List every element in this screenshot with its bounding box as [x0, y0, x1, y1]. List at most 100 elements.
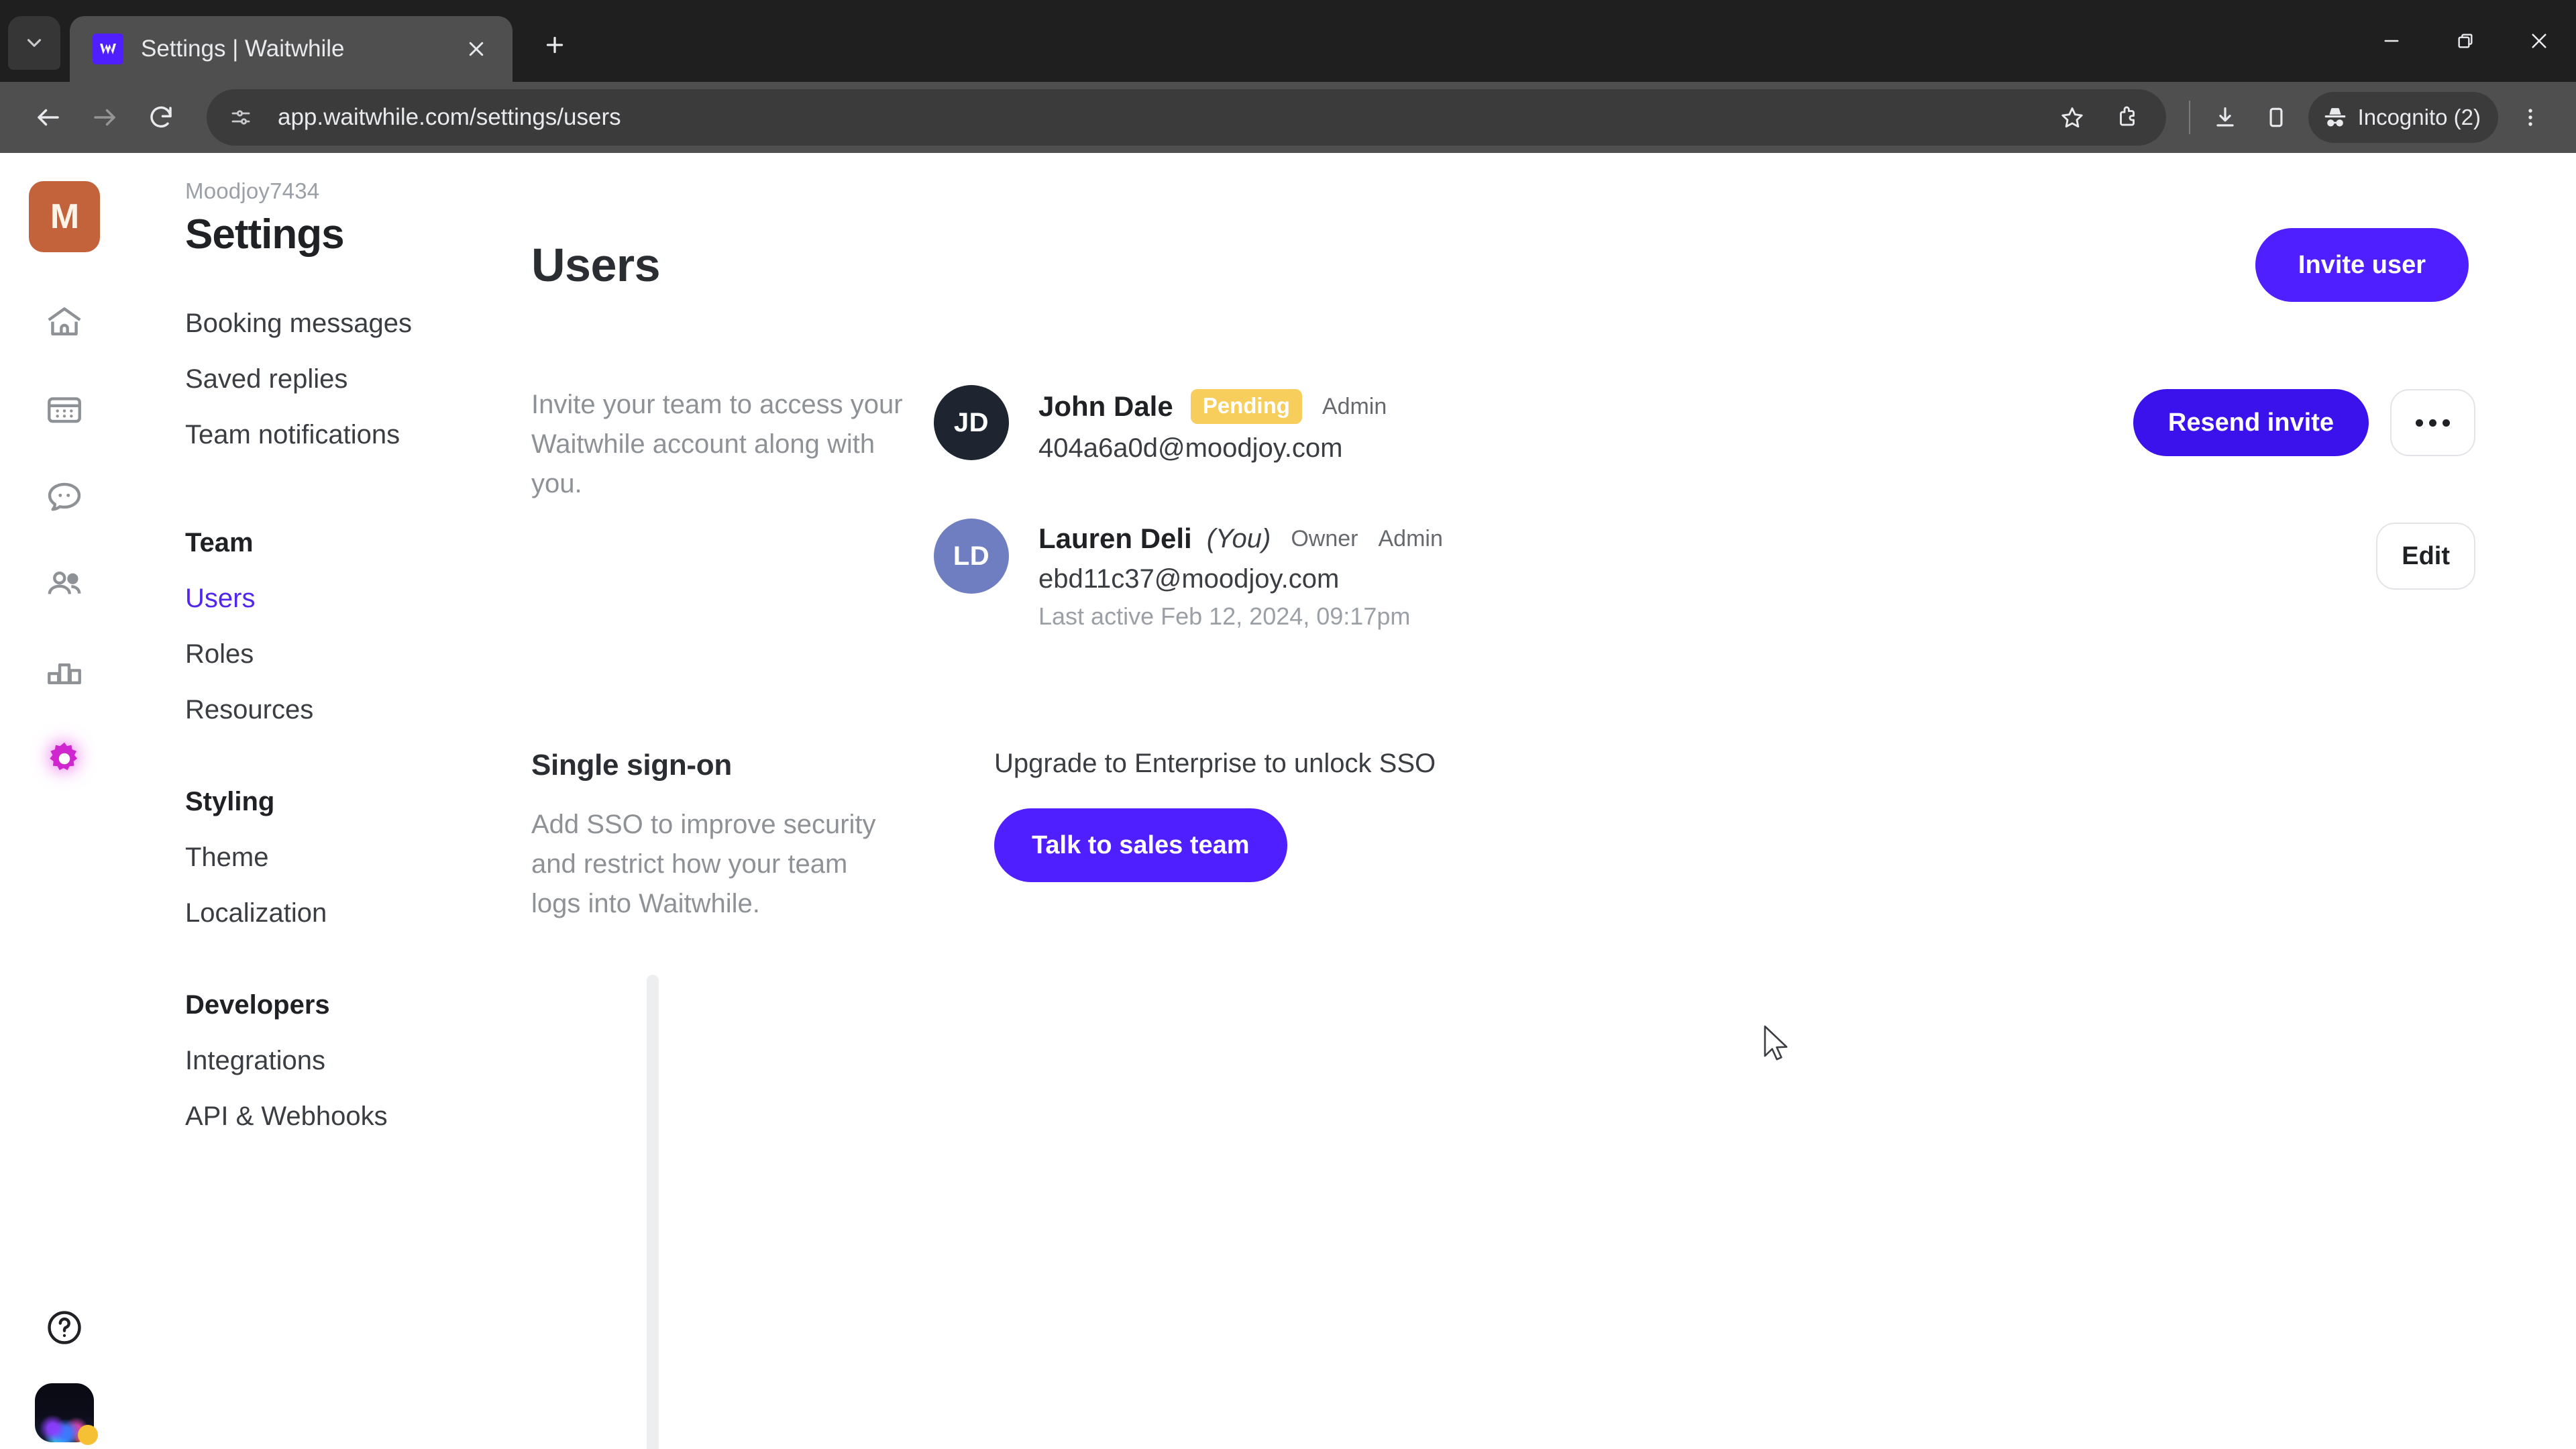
sidebar-item-roles[interactable]: Roles: [129, 627, 531, 682]
sso-description: Add SSO to improve security and restrict…: [531, 810, 876, 919]
sidebar-item-integrations[interactable]: Integrations: [129, 1033, 531, 1089]
minimize-icon: [2384, 40, 2399, 42]
star-icon: [2061, 107, 2083, 128]
chat-bubble-icon: [48, 482, 81, 511]
mouse-cursor: [1764, 1025, 1788, 1061]
tab-search-button[interactable]: [8, 16, 60, 70]
sidebar-item-booking-messages[interactable]: Booking messages: [129, 296, 531, 352]
rail-bottom-section: [0, 1304, 129, 1445]
browser-window: Settings | Waitwhile app.waitwhile.com/s…: [0, 0, 2576, 1449]
site-info-button[interactable]: [219, 95, 263, 140]
incognito-indicator[interactable]: Incognito (2): [2308, 92, 2498, 143]
workspace-logo[interactable]: M: [29, 181, 100, 252]
tab-strip: Settings | Waitwhile: [0, 0, 2576, 82]
users-section: Invite your team to access your Waitwhil…: [531, 385, 2475, 631]
users-list: JD John Dale Pending Admin 404a6a0d@mood…: [934, 385, 2475, 631]
sso-left-column: Single sign-on Add SSO to improve securi…: [531, 749, 934, 924]
sidebar-item-users[interactable]: Users: [129, 571, 531, 627]
waitwhile-logo-icon: [100, 44, 116, 54]
talk-to-sales-button[interactable]: Talk to sales team: [994, 808, 1287, 882]
app-icon-rail: M: [0, 153, 129, 1449]
three-dot-menu-icon: [2528, 109, 2532, 126]
home-icon: [48, 307, 81, 335]
main-content: Users Invite user Invite your team to ac…: [531, 153, 2576, 1449]
reload-button[interactable]: [133, 89, 189, 146]
browser-tab[interactable]: Settings | Waitwhile: [70, 16, 513, 82]
incognito-label: Incognito (2): [2357, 105, 2481, 129]
rail-item-analytics[interactable]: [38, 645, 91, 698]
back-arrow-icon: [38, 109, 59, 126]
sidebar-item-team-notifications[interactable]: Team notifications: [129, 407, 531, 463]
sidebar-item-api-webhooks[interactable]: API & Webhooks: [129, 1089, 531, 1144]
people-icon: [48, 572, 81, 594]
back-button[interactable]: [20, 89, 76, 146]
sidebar-item-resources[interactable]: Resources: [129, 682, 531, 738]
more-options-button[interactable]: [2390, 389, 2475, 456]
users-heading: Users: [531, 239, 661, 291]
you-label: (You): [1206, 523, 1271, 553]
address-bar[interactable]: app.waitwhile.com/settings/users: [207, 89, 2166, 146]
download-icon: [2216, 107, 2234, 127]
user-role-admin: Admin: [1322, 393, 1387, 419]
rail-item-calendar[interactable]: [38, 384, 91, 436]
incognito-hat-icon: [2324, 108, 2345, 127]
user-title-line: John Dale Pending Admin: [1038, 389, 2133, 424]
users-description: Invite your team to access your Waitwhil…: [531, 390, 903, 499]
tab-close-button[interactable]: [458, 30, 495, 68]
rail-item-messages[interactable]: [38, 471, 91, 523]
sidebar-item-theme[interactable]: Theme: [129, 830, 531, 885]
new-tab-plus-icon: [546, 36, 564, 54]
resend-invite-button[interactable]: Resend invite: [2133, 389, 2369, 456]
browser-toolbar: app.waitwhile.com/settings/users Incogni…: [0, 82, 2576, 153]
user-info: John Dale Pending Admin 404a6a0d@moodjoy…: [1038, 385, 2133, 464]
side-panel-button[interactable]: [2251, 92, 2302, 143]
bookmark-button[interactable]: [2047, 92, 2098, 143]
account-name: Moodjoy7434: [185, 178, 320, 203]
waitwhile-favicon: [93, 34, 123, 64]
new-tab-button[interactable]: [531, 21, 578, 68]
tab-title: Settings | Waitwhile: [141, 36, 345, 62]
sso-right-column: Upgrade to Enterprise to unlock SSO Talk…: [934, 749, 2475, 924]
user-row-actions: Edit: [2376, 519, 2475, 590]
sidebar-group-developers: Developers: [185, 990, 330, 1020]
sidebar-group-team: Team: [185, 528, 254, 557]
downloads-button[interactable]: [2200, 92, 2251, 143]
window-minimize-button[interactable]: [2355, 0, 2428, 82]
settings-nav-list: Booking messages Saved replies Team noti…: [129, 296, 531, 1144]
user-email: 404a6a0d@moodjoy.com: [1038, 433, 1343, 463]
help-button[interactable]: [41, 1304, 88, 1351]
avatar-status-badge: [78, 1425, 98, 1445]
browser-menu-button[interactable]: [2505, 92, 2556, 143]
user-title-line: Lauren Deli (You) Owner Admin: [1038, 523, 2376, 555]
toolbar-divider: [2188, 101, 2190, 134]
reload-icon: [150, 106, 172, 128]
window-close-icon: [2532, 34, 2546, 48]
edit-user-button[interactable]: Edit: [2376, 523, 2475, 590]
forward-button[interactable]: [76, 89, 133, 146]
extensions-puzzle-icon: [2119, 106, 2135, 126]
restore-icon: [2458, 34, 2473, 48]
rail-item-home[interactable]: [38, 297, 91, 349]
url-text[interactable]: app.waitwhile.com/settings/users: [278, 104, 2047, 131]
user-role-owner: Owner: [1291, 525, 1358, 551]
invite-user-button[interactable]: Invite user: [2255, 228, 2469, 302]
window-maximize-button[interactable]: [2428, 0, 2502, 82]
user-avatar[interactable]: [35, 1383, 98, 1445]
settings-navigation: Moodjoy7434 Settings Booking messages Sa…: [129, 153, 659, 1449]
rail-item-customers[interactable]: [38, 558, 91, 610]
rail-nav-items: [38, 297, 91, 785]
user-last-active: Last active Feb 12, 2024, 09:17pm: [1038, 602, 1411, 630]
side-panel-icon: [2269, 107, 2283, 127]
user-name: John Dale: [1038, 390, 1173, 422]
rail-item-settings[interactable]: [38, 733, 91, 785]
omnibox-actions: [2047, 92, 2153, 143]
sidebar-item-localization[interactable]: Localization: [129, 885, 531, 941]
close-icon: [469, 42, 484, 56]
extensions-button[interactable]: [2102, 92, 2153, 143]
avatar: JD: [934, 385, 1009, 460]
three-dots-icon: [2416, 419, 2450, 427]
sidebar-item-saved-replies[interactable]: Saved replies: [129, 352, 531, 407]
window-close-button[interactable]: [2502, 0, 2576, 82]
bar-chart-icon: [48, 663, 81, 684]
window-controls: [2355, 0, 2576, 82]
